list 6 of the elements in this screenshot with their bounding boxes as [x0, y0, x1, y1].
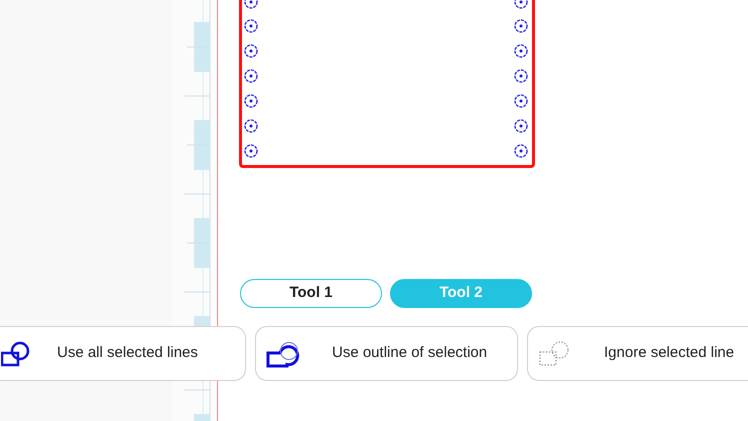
- option-button[interactable]: Use outline of selection: [255, 326, 518, 381]
- option-button[interactable]: Use all selected lines: [0, 326, 246, 381]
- shapes-icon: [1, 340, 31, 366]
- shapes-icon: [266, 340, 302, 368]
- option-button[interactable]: Ignore selected line: [527, 326, 748, 381]
- tool-toggle[interactable]: Tool 1: [240, 279, 382, 308]
